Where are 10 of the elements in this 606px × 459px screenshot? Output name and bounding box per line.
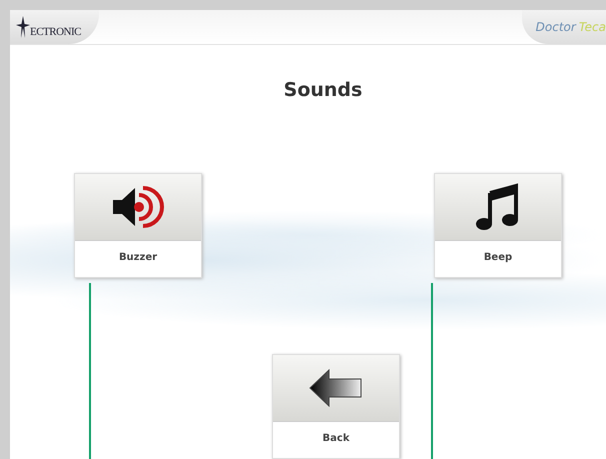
brand-word: Doctor <box>536 20 576 34</box>
music-note-icon <box>476 183 520 231</box>
logo-text: ECTRONIC <box>30 26 81 38</box>
left-arrow-icon <box>309 369 363 407</box>
speaker-button[interactable]: Buzzer <box>74 173 202 278</box>
star-icon <box>16 16 30 38</box>
page-title: Sounds <box>282 79 364 101</box>
note-button[interactable]: Beep <box>434 173 562 278</box>
back-button[interactable]: Back <box>272 354 400 459</box>
brand-word: Teca <box>578 20 606 34</box>
